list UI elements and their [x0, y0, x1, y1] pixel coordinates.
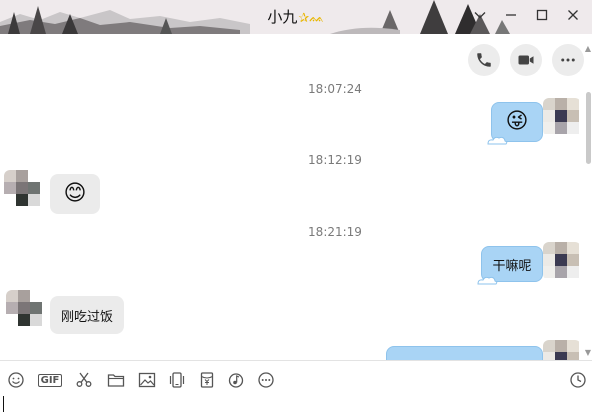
- my-avatar[interactable]: [543, 340, 581, 360]
- maximize-icon: [536, 9, 547, 21]
- gif-button[interactable]: GIF: [37, 371, 63, 389]
- minimize-icon: [505, 14, 516, 16]
- maximize-button[interactable]: [526, 4, 557, 26]
- message-input[interactable]: [0, 396, 592, 420]
- my-avatar[interactable]: [543, 242, 581, 280]
- folder-icon: [107, 374, 125, 387]
- emoji-icon: [8, 372, 24, 388]
- outgoing-message-bubble[interactable]: [386, 346, 543, 360]
- send-image-button[interactable]: [137, 371, 157, 389]
- chat-scrollbar[interactable]: [586, 34, 592, 360]
- message-text: 刚吃过饭: [60, 309, 113, 325]
- red-packet-icon: [200, 372, 214, 388]
- minimize-button[interactable]: [495, 4, 526, 26]
- text-caret: [3, 396, 4, 412]
- smile-emoji: 😊: [63, 181, 87, 206]
- contact-avatar[interactable]: [6, 290, 44, 328]
- title-bar: 小九✰ᨐ: [0, 0, 592, 34]
- window-controls: [464, 4, 588, 26]
- cloud-decoration-icon: [477, 276, 498, 285]
- more-icon: [258, 372, 274, 388]
- history-clock-icon: [570, 372, 586, 388]
- incoming-message-bubble[interactable]: 刚吃过饭: [50, 296, 124, 334]
- outgoing-message-bubble[interactable]: 😜: [487, 102, 543, 145]
- chevron-down-icon: [474, 12, 485, 19]
- image-icon: [138, 372, 156, 388]
- message-timestamp: 18:07:24: [308, 82, 362, 96]
- more-tools-button[interactable]: [256, 371, 276, 389]
- emoji-button[interactable]: [6, 371, 26, 389]
- message-timestamp: 18:12:19: [308, 153, 362, 167]
- close-button[interactable]: [557, 4, 588, 26]
- message-timestamp: 18:21:19: [308, 225, 362, 239]
- scroll-down-arrow-icon[interactable]: ▼: [585, 348, 591, 357]
- gif-icon: GIF: [37, 373, 63, 387]
- cloud-decoration-icon: [487, 136, 508, 145]
- screenshot-button[interactable]: [74, 371, 94, 389]
- input-toolbar: GIF: [0, 360, 592, 396]
- shake-icon: [169, 372, 185, 388]
- scrollbar-thumb[interactable]: [586, 92, 591, 164]
- scissors-icon: [76, 372, 92, 387]
- red-packet-button[interactable]: [197, 371, 217, 389]
- send-file-button[interactable]: [106, 371, 126, 389]
- title-decoration: ✰ᨐ: [298, 11, 325, 26]
- message-list[interactable]: 18:07:24 😜 18:12:19 😊 18:21:19 干嘛呢 刚吃过饭: [0, 34, 586, 360]
- close-icon: [567, 10, 578, 20]
- contact-name: 小九: [267, 8, 298, 26]
- dropdown-button[interactable]: [464, 4, 495, 26]
- scroll-up-arrow-icon[interactable]: ▲: [585, 44, 591, 53]
- my-avatar[interactable]: [543, 98, 581, 136]
- message-text: 干嘛呢: [492, 258, 532, 274]
- contact-avatar[interactable]: [4, 170, 42, 208]
- music-button[interactable]: [226, 371, 246, 389]
- music-icon: [228, 373, 244, 388]
- wink-emoji: 😜: [505, 109, 529, 134]
- incoming-message-bubble[interactable]: 😊: [50, 174, 100, 214]
- message-history-button[interactable]: [568, 371, 588, 389]
- shake-button[interactable]: [167, 371, 187, 389]
- outgoing-message-bubble[interactable]: 干嘛呢: [477, 246, 543, 285]
